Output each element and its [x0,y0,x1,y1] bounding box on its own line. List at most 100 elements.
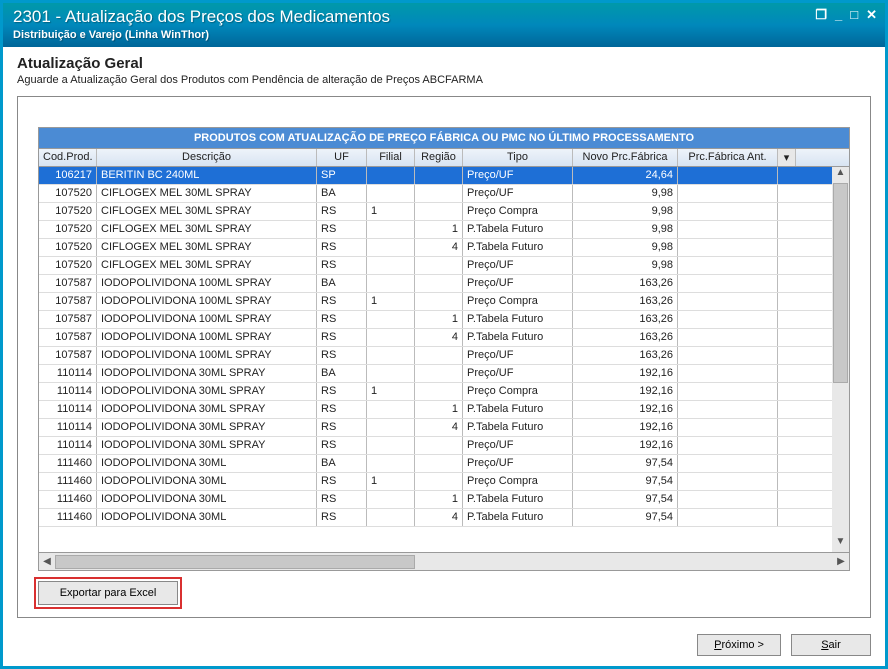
horizontal-scrollbar[interactable]: ◀ ▶ [39,552,849,570]
scroll-right-icon[interactable]: ▶ [833,556,849,567]
table-row[interactable]: 111460IODOPOLIVIDONA 30MLRS4P.Tabela Fut… [39,509,849,527]
cell [415,347,463,364]
col-header-desc[interactable]: Descrição [97,149,317,166]
cell [367,221,415,238]
scroll-track[interactable] [832,183,849,536]
table-row[interactable]: 111460IODOPOLIVIDONA 30MLBAPreço/UF97,54 [39,455,849,473]
export-excel-button[interactable]: Exportar para Excel [38,581,178,605]
vertical-scrollbar[interactable]: ▲ ▼ [832,167,849,552]
cell: P.Tabela Futuro [463,419,573,436]
cell [678,491,778,508]
cell [678,239,778,256]
cell: 9,98 [573,185,678,202]
cell: IODOPOLIVIDONA 30ML [97,491,317,508]
cell [678,167,778,184]
col-header-filial[interactable]: Filial [367,149,415,166]
scroll-down-icon[interactable]: ▼ [832,536,849,552]
table-row[interactable]: 107587IODOPOLIVIDONA 100ML SPRAYRS1P.Tab… [39,311,849,329]
cell: IODOPOLIVIDONA 30ML SPRAY [97,437,317,454]
cell: 163,26 [573,329,678,346]
cell: Preço/UF [463,257,573,274]
col-header-scroll: ▾ [778,149,796,166]
cell [367,311,415,328]
cell: P.Tabela Futuro [463,329,573,346]
cell [678,437,778,454]
table-row[interactable]: 107587IODOPOLIVIDONA 100ML SPRAYBAPreço/… [39,275,849,293]
cell: P.Tabela Futuro [463,311,573,328]
cell [415,203,463,220]
cell: CIFLOGEX MEL 30ML SPRAY [97,221,317,238]
table-row[interactable]: 110114IODOPOLIVIDONA 30ML SPRAYRSPreço/U… [39,437,849,455]
table-row[interactable]: 107520CIFLOGEX MEL 30ML SPRAYRSPreço/UF9… [39,257,849,275]
cell: CIFLOGEX MEL 30ML SPRAY [97,185,317,202]
cell: BA [317,185,367,202]
scroll-up-icon[interactable]: ▲ [832,167,849,183]
cell: P.Tabela Futuro [463,509,573,526]
cell: 97,54 [573,509,678,526]
cell: RS [317,239,367,256]
maximize-icon[interactable]: □ [850,7,858,23]
cell [415,257,463,274]
close-icon[interactable]: ✕ [866,7,877,23]
cell: Preço/UF [463,437,573,454]
table-row[interactable]: 107587IODOPOLIVIDONA 100ML SPRAYRS1Preço… [39,293,849,311]
col-header-ant[interactable]: Prc.Fábrica Ant. [678,149,778,166]
table-row[interactable]: 107587IODOPOLIVIDONA 100ML SPRAYRS4P.Tab… [39,329,849,347]
cell: 163,26 [573,347,678,364]
cell [678,419,778,436]
cell: Preço Compra [463,473,573,490]
data-grid[interactable]: Cod.Prod. Descrição UF Filial Região Tip… [38,148,850,571]
cell: RS [317,329,367,346]
table-row[interactable]: 110114IODOPOLIVIDONA 30ML SPRAYBAPreço/U… [39,365,849,383]
cell: 192,16 [573,419,678,436]
minimize-icon[interactable]: _ [835,7,842,23]
scroll-left-icon[interactable]: ◀ [39,556,55,567]
col-header-uf[interactable]: UF [317,149,367,166]
col-header-cod[interactable]: Cod.Prod. [39,149,97,166]
cell [415,455,463,472]
scroll-thumb[interactable] [833,183,848,383]
cell [678,455,778,472]
col-header-regiao[interactable]: Região [415,149,463,166]
next-accel: P [714,639,721,651]
col-header-novo[interactable]: Novo Prc.Fábrica [573,149,678,166]
cell: 9,98 [573,257,678,274]
cell [678,473,778,490]
cell: 110114 [39,365,97,382]
exit-button[interactable]: Sair [791,634,871,656]
cell: Preço/UF [463,275,573,292]
cell [415,167,463,184]
cell [367,347,415,364]
cell: IODOPOLIVIDONA 100ML SPRAY [97,275,317,292]
exit-accel: S [821,639,828,651]
table-row[interactable]: 110114IODOPOLIVIDONA 30ML SPRAYRS1Preço … [39,383,849,401]
table-row[interactable]: 111460IODOPOLIVIDONA 30MLRS1Preço Compra… [39,473,849,491]
table-row[interactable]: 107520CIFLOGEX MEL 30ML SPRAYRS1P.Tabela… [39,221,849,239]
cell: RS [317,383,367,400]
next-label: róximo > [722,639,765,651]
table-row[interactable]: 110114IODOPOLIVIDONA 30ML SPRAYRS1P.Tabe… [39,401,849,419]
table-row[interactable]: 107587IODOPOLIVIDONA 100ML SPRAYRSPreço/… [39,347,849,365]
table-row[interactable]: 106217BERITIN BC 240MLSPPreço/UF24,64 [39,167,849,185]
cell: Preço Compra [463,293,573,310]
restore-icon[interactable]: ❐ [815,7,827,23]
table-row[interactable]: 110114IODOPOLIVIDONA 30ML SPRAYRS4P.Tabe… [39,419,849,437]
table-row[interactable]: 107520CIFLOGEX MEL 30ML SPRAYRS1Preço Co… [39,203,849,221]
cell: BA [317,455,367,472]
grid-panel: PRODUTOS COM ATUALIZAÇÃO DE PREÇO FÁBRIC… [17,96,871,618]
cell: Preço Compra [463,203,573,220]
window-controls: ❐ _ □ ✕ [815,7,877,23]
table-row[interactable]: 111460IODOPOLIVIDONA 30MLRS1P.Tabela Fut… [39,491,849,509]
col-header-tipo[interactable]: Tipo [463,149,573,166]
table-row[interactable]: 107520CIFLOGEX MEL 30ML SPRAYRS4P.Tabela… [39,239,849,257]
hscroll-thumb[interactable] [55,555,415,569]
cell: 107520 [39,257,97,274]
cell [678,221,778,238]
cell [678,203,778,220]
cell: RS [317,311,367,328]
cell: Preço/UF [463,167,573,184]
table-row[interactable]: 107520CIFLOGEX MEL 30ML SPRAYBAPreço/UF9… [39,185,849,203]
cell: 4 [415,419,463,436]
cell: 111460 [39,455,97,472]
next-button[interactable]: Próximo > [697,634,781,656]
